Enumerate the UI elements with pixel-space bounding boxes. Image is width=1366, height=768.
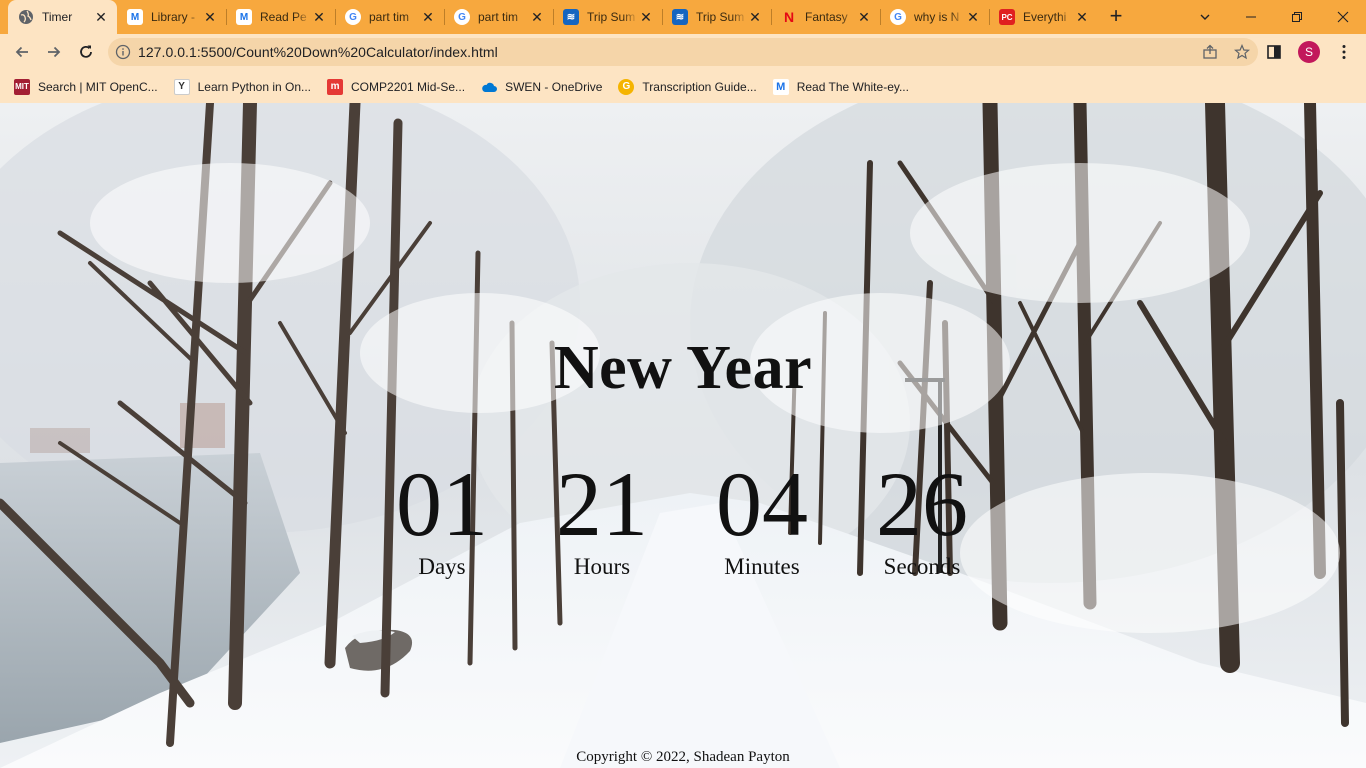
close-icon[interactable]: ✕ xyxy=(93,9,109,25)
seconds-label: Seconds xyxy=(883,554,961,579)
tab-title: Trip Sum xyxy=(696,10,745,24)
tab-library[interactable]: M Library - ✕ xyxy=(117,0,226,34)
mit-logo-icon: MIT xyxy=(14,78,30,95)
bookmark-label: SWEN - OneDrive xyxy=(505,79,603,94)
tab-trip-sum-2[interactable]: ≋ Trip Sum ✕ xyxy=(662,0,771,34)
globe-icon xyxy=(18,9,34,25)
close-icon[interactable]: ✕ xyxy=(202,9,218,25)
tab-timer[interactable]: Timer ✕ xyxy=(8,0,117,34)
minutes-unit: 04 Minutes xyxy=(692,458,832,580)
bookmark-comp2201[interactable]: m COMP2201 Mid-Se... xyxy=(321,74,471,100)
moodle-icon: m xyxy=(327,78,344,95)
wave-logo-icon: ≋ xyxy=(672,9,688,25)
restore-button[interactable] xyxy=(1274,0,1320,34)
url-text[interactable]: 127.0.0.1:5500/Count%20Down%20Calculator… xyxy=(138,44,1194,60)
window-close-button[interactable] xyxy=(1320,0,1366,34)
y-logo-icon: Y xyxy=(173,78,190,95)
seconds-value: 26 xyxy=(876,453,968,555)
tab-title: Fantasy xyxy=(805,10,848,24)
onedrive-cloud-icon xyxy=(481,79,498,95)
bookmark-label: Transcription Guide... xyxy=(642,79,757,94)
days-label: Days xyxy=(418,554,466,579)
bookmark-label: COMP2201 Mid-Se... xyxy=(351,79,466,94)
minutes-value: 04 xyxy=(716,453,808,555)
minutes-label: Minutes xyxy=(724,554,800,579)
close-icon[interactable]: ✕ xyxy=(1074,9,1090,25)
reload-icon[interactable] xyxy=(70,36,102,68)
tab-part-time-1[interactable]: G part tim ✕ xyxy=(335,0,444,34)
tab-title: why is N xyxy=(914,10,960,24)
google-icon: G xyxy=(890,9,906,25)
tab-strip: Timer ✕ M Library - ✕ M Read Pe ✕ G part… xyxy=(0,0,1366,34)
days-value: 01 xyxy=(396,453,488,555)
footer-copyright: Copyright © 2022, Shadean Payton xyxy=(576,749,790,765)
bookmark-label: Search | MIT OpenC... xyxy=(38,79,158,94)
close-icon[interactable]: ✕ xyxy=(856,9,872,25)
tab-title: Timer xyxy=(42,10,73,24)
hours-unit: 21 Hours xyxy=(532,458,672,580)
bookmarks-bar: MIT Search | MIT OpenC... Y Learn Python… xyxy=(0,70,1366,103)
g-logo-icon: G xyxy=(618,78,635,95)
bookmark-mit[interactable]: MIT Search | MIT OpenC... xyxy=(8,74,164,100)
tab-title: part tim xyxy=(369,10,410,24)
netflix-icon: N xyxy=(783,9,795,25)
google-icon: G xyxy=(454,9,470,25)
share-icon[interactable] xyxy=(1194,44,1226,60)
seconds-unit: 26 Seconds xyxy=(852,458,992,580)
tab-title: Library - xyxy=(151,10,196,24)
bookmark-label: Learn Python in On... xyxy=(197,79,312,94)
side-panel-icon[interactable] xyxy=(1258,36,1290,68)
bookmark-transcription[interactable]: G Transcription Guide... xyxy=(612,74,762,100)
window-controls xyxy=(1182,0,1366,34)
wave-logo-icon: ≋ xyxy=(563,9,579,25)
toolbar-right: S xyxy=(1258,34,1366,70)
google-icon: G xyxy=(345,9,361,25)
close-icon[interactable]: ✕ xyxy=(747,9,763,25)
browser-toolbar: 127.0.0.1:5500/Count%20Down%20Calculator… xyxy=(0,34,1366,70)
snowy-forest-background xyxy=(0,103,1366,768)
tab-everything[interactable]: PC Everythi ✕ xyxy=(989,0,1098,34)
m-logo-icon: M xyxy=(772,78,789,95)
profile-avatar[interactable]: S xyxy=(1298,41,1320,63)
tab-read-pe[interactable]: M Read Pe ✕ xyxy=(226,0,335,34)
close-icon[interactable]: ✕ xyxy=(965,9,981,25)
site-info-icon[interactable] xyxy=(108,44,138,60)
new-tab-button[interactable]: + xyxy=(1102,0,1130,34)
pc-logo-icon: PC xyxy=(999,9,1015,25)
page-title: New Year xyxy=(553,334,813,402)
close-icon[interactable]: ✕ xyxy=(529,9,545,25)
tab-title: Trip Sum xyxy=(587,10,636,24)
tab-trip-sum-1[interactable]: ≋ Trip Sum ✕ xyxy=(553,0,662,34)
minimize-button[interactable] xyxy=(1228,0,1274,34)
tab-why-is[interactable]: G why is N ✕ xyxy=(880,0,989,34)
bookmark-label: Read The White-ey... xyxy=(796,79,909,94)
hours-label: Hours xyxy=(573,554,631,579)
close-icon[interactable]: ✕ xyxy=(420,9,436,25)
bookmark-python[interactable]: Y Learn Python in On... xyxy=(168,74,317,100)
tab-list: Timer ✕ M Library - ✕ M Read Pe ✕ G part… xyxy=(0,0,1130,34)
tab-part-time-2[interactable]: G part tim ✕ xyxy=(444,0,553,34)
tab-fantasy[interactable]: N Fantasy ✕ xyxy=(771,0,880,34)
close-icon[interactable]: ✕ xyxy=(311,9,327,25)
close-icon[interactable]: ✕ xyxy=(638,9,654,25)
back-arrow-icon[interactable] xyxy=(6,36,38,68)
m-logo-icon: M xyxy=(127,9,143,25)
tab-title: part tim xyxy=(478,10,519,24)
page-viewport: New Year 01 Days 21 Hours 04 Minutes 26 … xyxy=(0,103,1366,768)
more-menu-icon[interactable] xyxy=(1328,36,1360,68)
address-bar[interactable]: 127.0.0.1:5500/Count%20Down%20Calculator… xyxy=(108,38,1258,66)
bookmark-white-eyed[interactable]: M Read The White-ey... xyxy=(767,74,915,100)
days-unit: 01 Days xyxy=(372,458,512,580)
tab-title: Everythi xyxy=(1023,10,1067,24)
countdown-timer: 01 Days 21 Hours 04 Minutes 26 Seconds xyxy=(0,458,1366,580)
tab-search-chevron-icon[interactable] xyxy=(1182,0,1228,34)
bookmark-onedrive[interactable]: SWEN - OneDrive xyxy=(475,74,608,100)
forward-arrow-icon[interactable] xyxy=(38,36,70,68)
hours-value: 21 xyxy=(556,453,648,555)
m-logo-icon: M xyxy=(236,9,252,25)
tab-title: Read Pe xyxy=(260,10,307,24)
bookmark-star-icon[interactable] xyxy=(1226,44,1258,60)
